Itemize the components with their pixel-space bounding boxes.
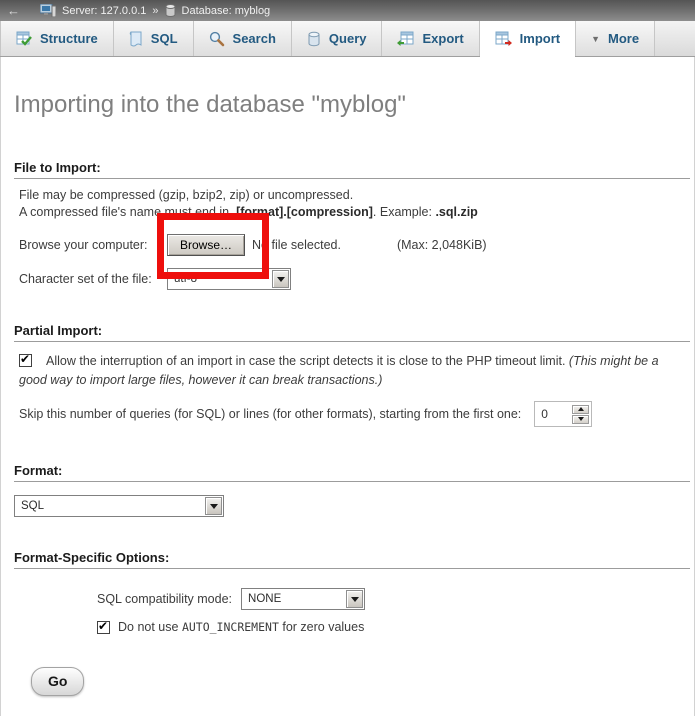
format-select[interactable]: SQL [14,495,224,517]
tab-label: More [608,31,639,46]
tab-more[interactable]: ▼ More [576,21,655,56]
auto-increment-checkbox[interactable]: ✔ [97,621,110,634]
compression-note: File may be compressed (gzip, bzip2, zip… [14,187,694,221]
server-breadcrumb-bar: ← Server: 127.0.0.1 » Database: myblog [0,0,695,21]
no-file-selected-text: No file selected. [252,238,341,252]
skip-queries-input[interactable]: 0 [534,401,592,427]
browse-label: Browse your computer: [19,238,167,252]
tab-label: Import [520,31,560,46]
charset-label: Character set of the file: [19,272,167,286]
auto-increment-text: Do not use AUTO_INCREMENT for zero value… [118,620,364,634]
breadcrumb-separator: » [152,5,158,17]
server-label[interactable]: Server: 127.0.0.1 [62,5,146,17]
skip-queries-row: Skip this number of queries (for SQL) or… [14,401,694,427]
compression-example: .sql.zip [435,205,477,219]
section-heading-file-to-import: File to Import: [14,160,690,179]
database-icon [165,4,176,17]
tab-label: Structure [40,31,98,46]
spinner-down-icon[interactable] [572,415,589,424]
structure-icon [16,31,32,47]
compression-format-hint: .[format].[compression] [233,205,373,219]
browse-button[interactable]: Browse… [167,234,245,256]
search-icon [209,31,225,47]
max-upload-size: (Max: 2,048KiB) [397,238,487,252]
tab-import[interactable]: Import [480,21,576,56]
compression-note-line2-mid: . Example: [373,205,436,219]
tab-query[interactable]: Query [292,21,383,56]
tab-label: Search [233,31,276,46]
dropdown-arrow-icon[interactable] [272,270,289,288]
tab-label: Query [329,31,367,46]
sql-compat-row: SQL compatibility mode: NONE [14,588,694,610]
import-icon [495,31,512,47]
browse-file-row: Browse your computer: Browse… No file se… [14,234,694,256]
main-content: Importing into the database "myblog" Fil… [0,57,695,716]
auto-increment-code: AUTO_INCREMENT [182,620,279,634]
tab-structure[interactable]: Structure [0,21,114,56]
back-arrow-icon[interactable]: ← [7,4,20,17]
sql-compat-label: SQL compatibility mode: [97,592,232,606]
database-label[interactable]: Database: myblog [182,5,271,17]
tab-label: Export [422,31,463,46]
allow-interrupt-text: Allow the interruption of an import in c… [46,354,569,368]
section-heading-format: Format: [14,463,690,482]
compression-note-line1: File may be compressed (gzip, bzip2, zip… [19,188,353,202]
export-icon [397,31,414,47]
server-icon [40,4,56,17]
number-spinner [572,405,589,424]
spinner-up-icon[interactable] [572,405,589,414]
format-selected-value: SQL [21,500,44,512]
skip-queries-label: Skip this number of queries (for SQL) or… [19,407,521,421]
check-icon: ✔ [20,353,30,366]
section-heading-format-specific: Format-Specific Options: [14,550,690,569]
sql-compat-select[interactable]: NONE [241,588,365,610]
charset-selected-value: utf-8 [174,273,197,285]
sql-compat-selected-value: NONE [248,593,281,605]
tab-search[interactable]: Search [194,21,292,56]
query-icon [307,31,321,47]
sql-icon [129,31,143,47]
dropdown-arrow-icon[interactable] [205,497,222,515]
page-title: Importing into the database "myblog" [14,57,694,120]
tab-export[interactable]: Export [382,21,479,56]
allow-interrupt-checkbox[interactable]: ✔ [19,354,32,367]
compression-note-line2: A compressed file's name must end in [19,205,233,219]
auto-increment-row: ✔ Do not use AUTO_INCREMENT for zero val… [14,620,694,634]
charset-select[interactable]: utf-8 [167,268,291,290]
dropdown-arrow-icon[interactable] [346,590,363,608]
section-heading-partial-import: Partial Import: [14,323,690,342]
tab-label: SQL [151,31,178,46]
format-select-row: SQL [14,495,694,517]
chevron-down-icon: ▼ [591,34,600,44]
tab-bar: Structure SQL Search Query Export [0,21,695,57]
allow-interrupt-option: ✔ Allow the interruption of an import in … [14,352,694,390]
charset-row: Character set of the file: utf-8 [14,268,694,290]
go-button[interactable]: Go [31,667,84,696]
skip-queries-value: 0 [537,407,572,421]
tab-sql[interactable]: SQL [114,21,194,56]
check-icon: ✔ [98,620,108,633]
